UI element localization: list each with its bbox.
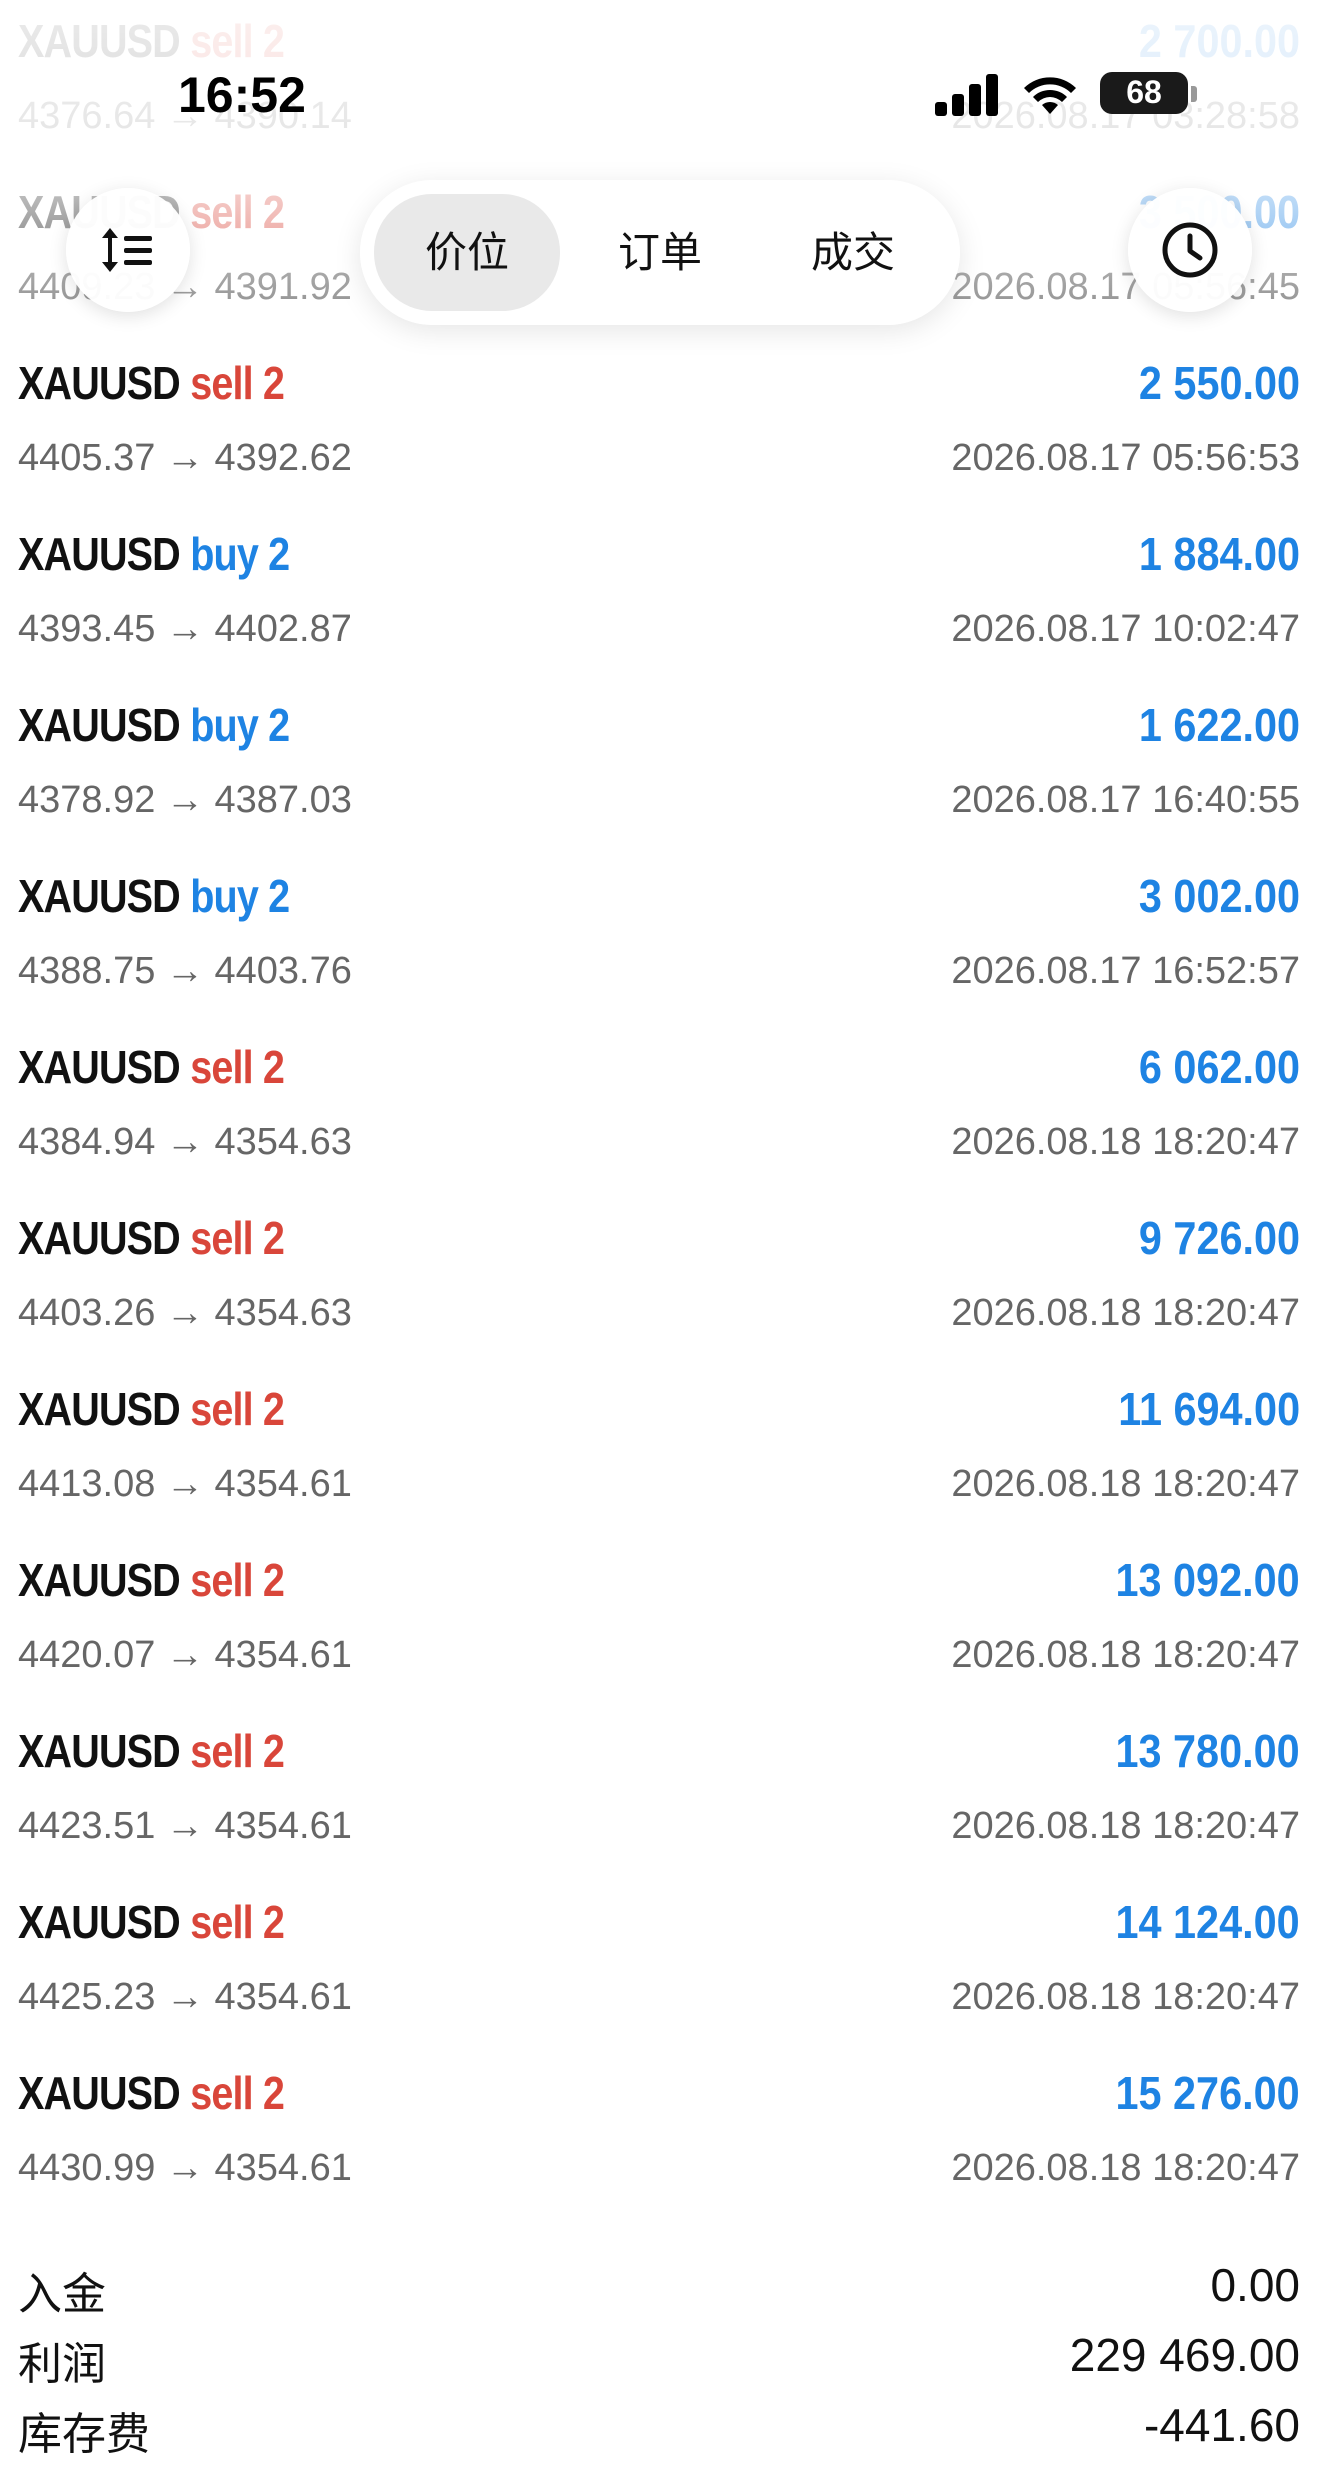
deal-profit: 3 002.00 [1138,870,1300,922]
deal-row[interactable]: XAUUSD sell 2 6 062.00 4384.94 → 4354.63 … [0,1026,1320,1197]
summary-profit: 利润 229 469.00 [0,2322,1320,2392]
deal-row[interactable]: XAUUSD sell 2 9 726.00 4403.26 → 4354.63 … [0,1197,1320,1368]
deal-row[interactable]: XAUUSD sell 2 15 276.00 4430.99 → 4354.61… [0,2052,1320,2223]
deal-side: sell 2 [190,1383,285,1435]
deal-prices: 4423.51 → 4354.61 [18,1805,352,1847]
deal-side: sell 2 [190,357,285,409]
summary-label: 利润 [18,2339,106,2390]
deal-symbol: XAUUSDsell 2 [18,15,285,67]
deal-prices: 4393.45 → 4402.87 [18,608,352,650]
summary-label: 库存费 [18,2409,150,2460]
deal-symbol: XAUUSDsell 2 [18,1041,285,1093]
tab-orders[interactable]: 订单 [567,194,753,311]
deal-prices: 4420.07 → 4354.61 [18,1634,352,1676]
battery-icon: 68 [1100,72,1188,114]
deal-symbol: XAUUSDsell 2 [18,1896,285,1948]
deal-profit: 11 694.00 [1118,1383,1300,1435]
deal-profit: 2 700.00 [1138,15,1300,67]
summary-value: -441.60 [1143,2399,1300,2451]
deal-row[interactable]: XAUUSD sell 2 14 124.00 4425.23 → 4354.61… [0,1881,1320,2052]
deal-symbol: XAUUSDsell 2 [18,1212,285,1264]
deal-prices: 4403.26 → 4354.63 [18,1292,352,1334]
summary-value: 229 469.00 [1069,2329,1300,2381]
deal-time: 2026.08.18 18:20:47 [951,1292,1300,1334]
deal-time: 2026.08.18 18:20:47 [951,1634,1300,1676]
deal-time: 2026.08.17 05:56:53 [951,437,1300,479]
deal-side: buy 2 [190,528,290,580]
summary-deposit: 入金 0.00 [0,2252,1320,2322]
sort-icon [102,228,152,272]
summary-value: 0.00 [1210,2259,1300,2311]
deal-profit: 14 124.00 [1115,1896,1300,1948]
deal-profit: 13 092.00 [1115,1554,1300,1606]
deal-time: 2026.08.17 16:52:57 [951,950,1300,992]
cellular-signal-icon [935,72,999,116]
deal-row[interactable]: XAUUSD sell 2 13 092.00 4420.07 → 4354.61… [0,1539,1320,1710]
deal-time: 2026.08.17 10:02:47 [951,608,1300,650]
sort-button[interactable] [66,188,190,312]
deal-time: 2026.08.18 18:20:47 [951,1976,1300,2018]
deal-side: sell 2 [190,1212,285,1264]
deal-profit: 9 726.00 [1138,1212,1300,1264]
deal-time: 2026.08.17 16:40:55 [951,779,1300,821]
deal-profit: 1 622.00 [1138,699,1300,751]
deal-symbol: XAUUSD buy 2 [18,528,290,580]
deal-side: sell 2 [190,15,285,67]
deal-side: sell 2 [190,2067,285,2119]
tab-deals[interactable]: 成交 [760,194,946,311]
deal-symbol: XAUUSDsell 2 [18,1725,285,1777]
deal-symbol: XAUUSDsell 2 [18,1554,285,1606]
deal-prices: 4425.23 → 4354.61 [18,1976,352,2018]
deal-row[interactable]: XAUUSD sell 2 2 550.00 4405.37 → 4392.62 … [0,342,1320,513]
summary-swap: 库存费 -441.60 [0,2392,1320,2462]
deal-profit: 1 884.00 [1138,528,1300,580]
deal-symbol: XAUUSDsell 2 [18,1383,285,1435]
deal-side: sell 2 [190,186,285,238]
deal-row[interactable]: XAUUSD buy 2 1 884.00 4393.45 → 4402.87 2… [0,513,1320,684]
deal-profit: 13 780.00 [1115,1725,1300,1777]
deal-side: sell 2 [190,1725,285,1777]
deal-symbol: XAUUSDsell 2 [18,357,285,409]
deal-prices: 4430.99 → 4354.61 [18,2147,352,2189]
deal-row[interactable]: XAUUSD sell 2 13 780.00 4423.51 → 4354.61… [0,1710,1320,1881]
deal-profit: 2 550.00 [1138,357,1300,409]
deal-row[interactable]: XAUUSD sell 2 11 694.00 4413.08 → 4354.61… [0,1368,1320,1539]
deal-prices: 4378.92 → 4387.03 [18,779,352,821]
battery-level: 68 [1126,74,1162,110]
deal-prices: 4384.94 → 4354.63 [18,1121,352,1163]
deal-time: 2026.08.18 18:20:47 [951,1805,1300,1847]
deal-prices: 4388.75 → 4403.76 [18,950,352,992]
deal-profit: 6 062.00 [1138,1041,1300,1093]
deal-prices: 4405.37 → 4392.62 [18,437,352,479]
deal-row[interactable]: XAUUSD buy 2 3 002.00 4388.75 → 4403.76 2… [0,855,1320,1026]
deal-symbol: XAUUSD buy 2 [18,870,290,922]
deal-profit: 15 276.00 [1115,2067,1300,2119]
tab-price[interactable]: 价位 [374,194,560,311]
history-clock-icon [1162,222,1218,278]
deal-time: 2026.08.18 18:20:47 [951,2147,1300,2189]
deal-side: sell 2 [190,1554,285,1606]
deal-time: 2026.08.18 18:20:47 [951,1121,1300,1163]
deal-side: sell 2 [190,1896,285,1948]
deal-prices: 4413.08 → 4354.61 [18,1463,352,1505]
battery-cap [1191,86,1197,102]
deal-time: 2026.08.18 18:20:47 [951,1463,1300,1505]
history-button[interactable] [1128,188,1252,312]
summary-label: 入金 [18,2269,106,2320]
deal-row[interactable]: XAUUSD buy 2 1 622.00 4378.92 → 4387.03 2… [0,684,1320,855]
deal-side: buy 2 [190,699,290,751]
status-time: 16:52 [178,67,306,123]
deal-side: buy 2 [190,870,290,922]
deal-symbol: XAUUSD buy 2 [18,699,290,751]
deal-side: sell 2 [190,1041,285,1093]
tab-bar: 价位 订单 成交 [360,180,960,325]
deal-symbol: XAUUSDsell 2 [18,2067,285,2119]
wifi-icon [1020,70,1080,116]
